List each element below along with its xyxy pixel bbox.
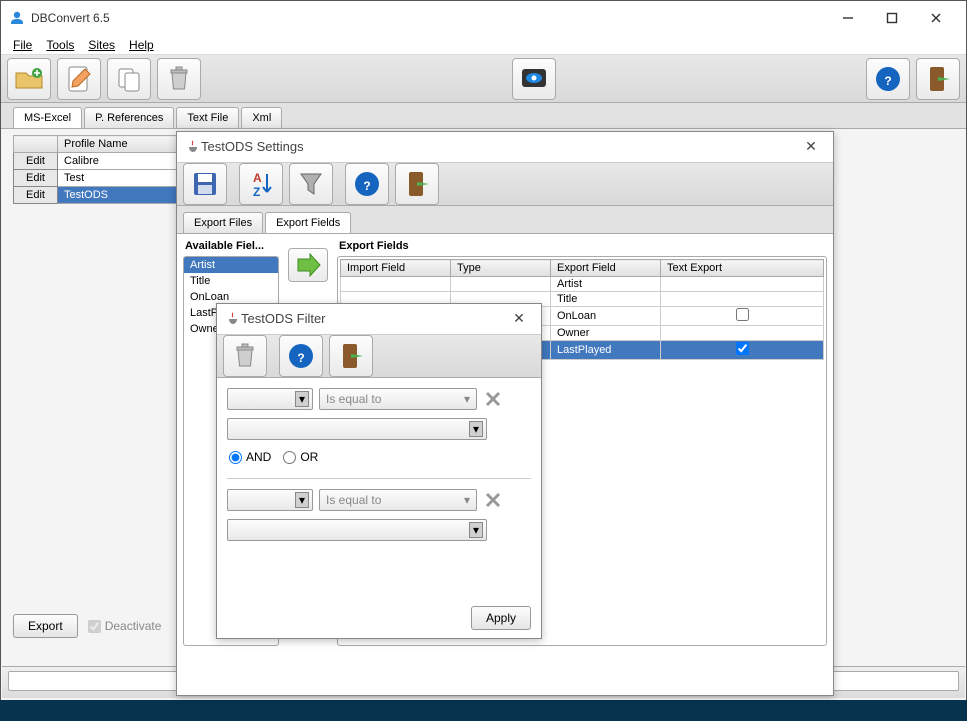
tab-xml[interactable]: Xml: [241, 107, 282, 128]
edit-cell[interactable]: Edit: [14, 153, 58, 170]
export-row[interactable]: Artist: [341, 277, 824, 292]
copy-button[interactable]: [107, 58, 151, 100]
remove-filter-1-button[interactable]: [483, 389, 503, 409]
and-radio-label[interactable]: AND: [229, 450, 271, 464]
main-toolbar: ?: [1, 55, 966, 103]
menu-sites[interactable]: Sites: [82, 36, 121, 54]
maximize-button[interactable]: [870, 3, 914, 33]
filter-logic-row: AND OR: [229, 450, 529, 464]
tab-p-references[interactable]: P. References: [84, 107, 174, 128]
filter-op-combo-1[interactable]: Is equal to▾: [319, 388, 477, 410]
deactivate-checkbox: [88, 620, 101, 633]
menubar: File Tools Sites Help: [1, 35, 966, 55]
help-button[interactable]: ?: [866, 58, 910, 100]
col-text-export[interactable]: Text Export: [661, 260, 824, 277]
list-item[interactable]: Title: [184, 273, 278, 289]
list-item[interactable]: Artist: [184, 257, 278, 273]
filter-field-combo-2[interactable]: ▾: [227, 489, 313, 511]
filter-button[interactable]: [289, 163, 333, 205]
filter-titlebar[interactable]: TestODS Filter ✕: [217, 304, 541, 334]
filter-body: ▾ Is equal to▾ ▾ AND OR ▾ Is equal to▾ ▾…: [217, 378, 541, 638]
window-title: DBConvert 6.5: [31, 11, 826, 25]
filter-exit-button[interactable]: [329, 335, 373, 377]
deactivate-checkbox-label: Deactivate: [88, 619, 162, 633]
menu-help[interactable]: Help: [123, 36, 160, 54]
settings-close-button[interactable]: ✕: [797, 135, 825, 159]
titlebar: DBConvert 6.5: [1, 1, 966, 35]
sort-button[interactable]: AZ: [239, 163, 283, 205]
filter-close-button[interactable]: ✕: [505, 307, 533, 331]
tab-export-fields[interactable]: Export Fields: [265, 212, 351, 233]
menu-tools[interactable]: Tools: [40, 36, 80, 54]
filter-field-combo-1[interactable]: ▾: [227, 388, 313, 410]
filter-op-combo-2[interactable]: Is equal to▾: [319, 489, 477, 511]
tab-text-file[interactable]: Text File: [176, 107, 239, 128]
edit-cell[interactable]: Edit: [14, 187, 58, 204]
edit-button[interactable]: [57, 58, 101, 100]
settings-toolbar: AZ ?: [177, 162, 833, 206]
or-radio[interactable]: [283, 451, 296, 464]
add-field-button[interactable]: [288, 248, 328, 282]
col-type[interactable]: Type: [451, 260, 551, 277]
svg-text:Z: Z: [253, 185, 260, 199]
settings-help-button[interactable]: ?: [345, 163, 389, 205]
or-radio-label[interactable]: OR: [283, 450, 318, 464]
available-fields-label: Available Fiel...: [185, 240, 277, 252]
settings-titlebar[interactable]: TestODS Settings ✕: [177, 132, 833, 162]
bottom-bar: Export Deactivate: [13, 614, 161, 638]
main-tab-strip: MS-Excel P. References Text File Xml: [1, 103, 966, 129]
filter-title: TestODS Filter: [241, 311, 505, 326]
tab-export-files[interactable]: Export Files: [183, 212, 263, 233]
clear-filter-button[interactable]: [223, 335, 267, 377]
edit-cell[interactable]: Edit: [14, 170, 58, 187]
remove-filter-2-button[interactable]: [483, 490, 503, 510]
apply-button[interactable]: Apply: [471, 606, 531, 630]
java-icon: [225, 311, 241, 327]
svg-text:?: ?: [884, 74, 891, 88]
text-export-checkbox[interactable]: [736, 308, 749, 321]
minimize-button[interactable]: [826, 3, 870, 33]
col-import-field[interactable]: Import Field: [341, 260, 451, 277]
settings-title: TestODS Settings: [201, 139, 797, 154]
filter-dialog: TestODS Filter ✕ ? ▾ Is equal to▾ ▾ AND …: [216, 303, 542, 639]
new-folder-button[interactable]: [7, 58, 51, 100]
export-fields-label: Export Fields: [339, 240, 825, 252]
settings-tab-strip: Export Files Export Fields: [177, 206, 833, 234]
preview-button[interactable]: [512, 58, 556, 100]
filter-value-combo-2[interactable]: ▾: [227, 519, 487, 541]
exit-button[interactable]: [916, 58, 960, 100]
menu-file[interactable]: File: [7, 36, 38, 54]
filter-help-button[interactable]: ?: [279, 335, 323, 377]
col-edit: [14, 136, 58, 153]
settings-exit-button[interactable]: [395, 163, 439, 205]
delete-button[interactable]: [157, 58, 201, 100]
filter-value-combo-1[interactable]: ▾: [227, 418, 487, 440]
filter-toolbar: ?: [217, 334, 541, 378]
text-export-checkbox[interactable]: [736, 342, 749, 355]
svg-text:?: ?: [363, 179, 370, 193]
svg-text:A: A: [253, 171, 262, 185]
export-button[interactable]: Export: [13, 614, 78, 638]
close-button[interactable]: [914, 3, 958, 33]
tab-ms-excel[interactable]: MS-Excel: [13, 107, 82, 128]
svg-text:?: ?: [297, 351, 304, 365]
col-export-field[interactable]: Export Field: [551, 260, 661, 277]
java-icon: [185, 139, 201, 155]
and-radio[interactable]: [229, 451, 242, 464]
app-icon: [9, 10, 25, 26]
save-button[interactable]: [183, 163, 227, 205]
